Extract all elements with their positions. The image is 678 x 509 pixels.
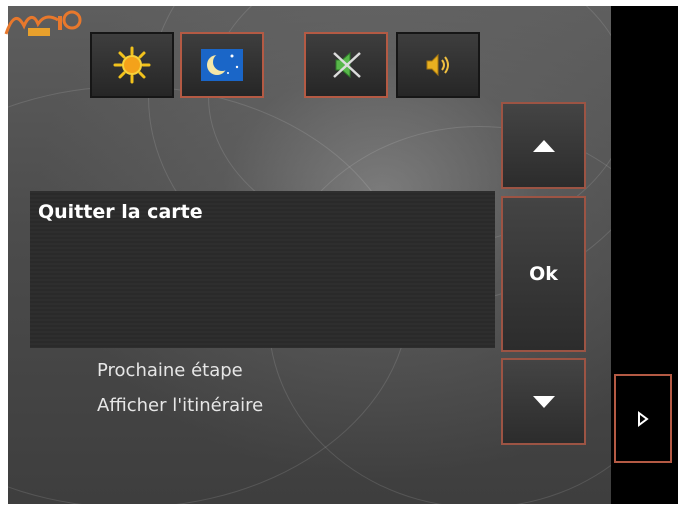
menu-list: Quitter la carte — [30, 191, 495, 348]
device-screen: Ok Quitter la carte Prochaine étape Affi… — [0, 0, 678, 509]
ok-button-label: Ok — [529, 263, 558, 285]
menu-item-next-step[interactable]: Prochaine étape — [97, 360, 243, 381]
chevron-up-icon — [532, 139, 555, 152]
mute-button[interactable] — [304, 32, 388, 98]
play-right-icon — [638, 410, 649, 427]
speaker-muted-icon — [333, 51, 361, 79]
day-mode-button[interactable] — [90, 32, 174, 98]
speaker-icon — [426, 53, 449, 77]
ok-button[interactable]: Ok — [501, 196, 586, 352]
sun-icon — [113, 46, 151, 84]
menu-item-show-route[interactable]: Afficher l'itinéraire — [97, 395, 263, 416]
menu-item-selected[interactable]: Quitter la carte — [38, 201, 203, 223]
scroll-down-button[interactable] — [501, 358, 586, 445]
next-page-button[interactable] — [614, 374, 672, 463]
sound-on-button[interactable] — [396, 32, 480, 98]
night-mode-button[interactable] — [180, 32, 264, 98]
chevron-down-icon — [532, 395, 555, 408]
scroll-up-button[interactable] — [501, 102, 586, 189]
moon-icon — [201, 49, 243, 81]
